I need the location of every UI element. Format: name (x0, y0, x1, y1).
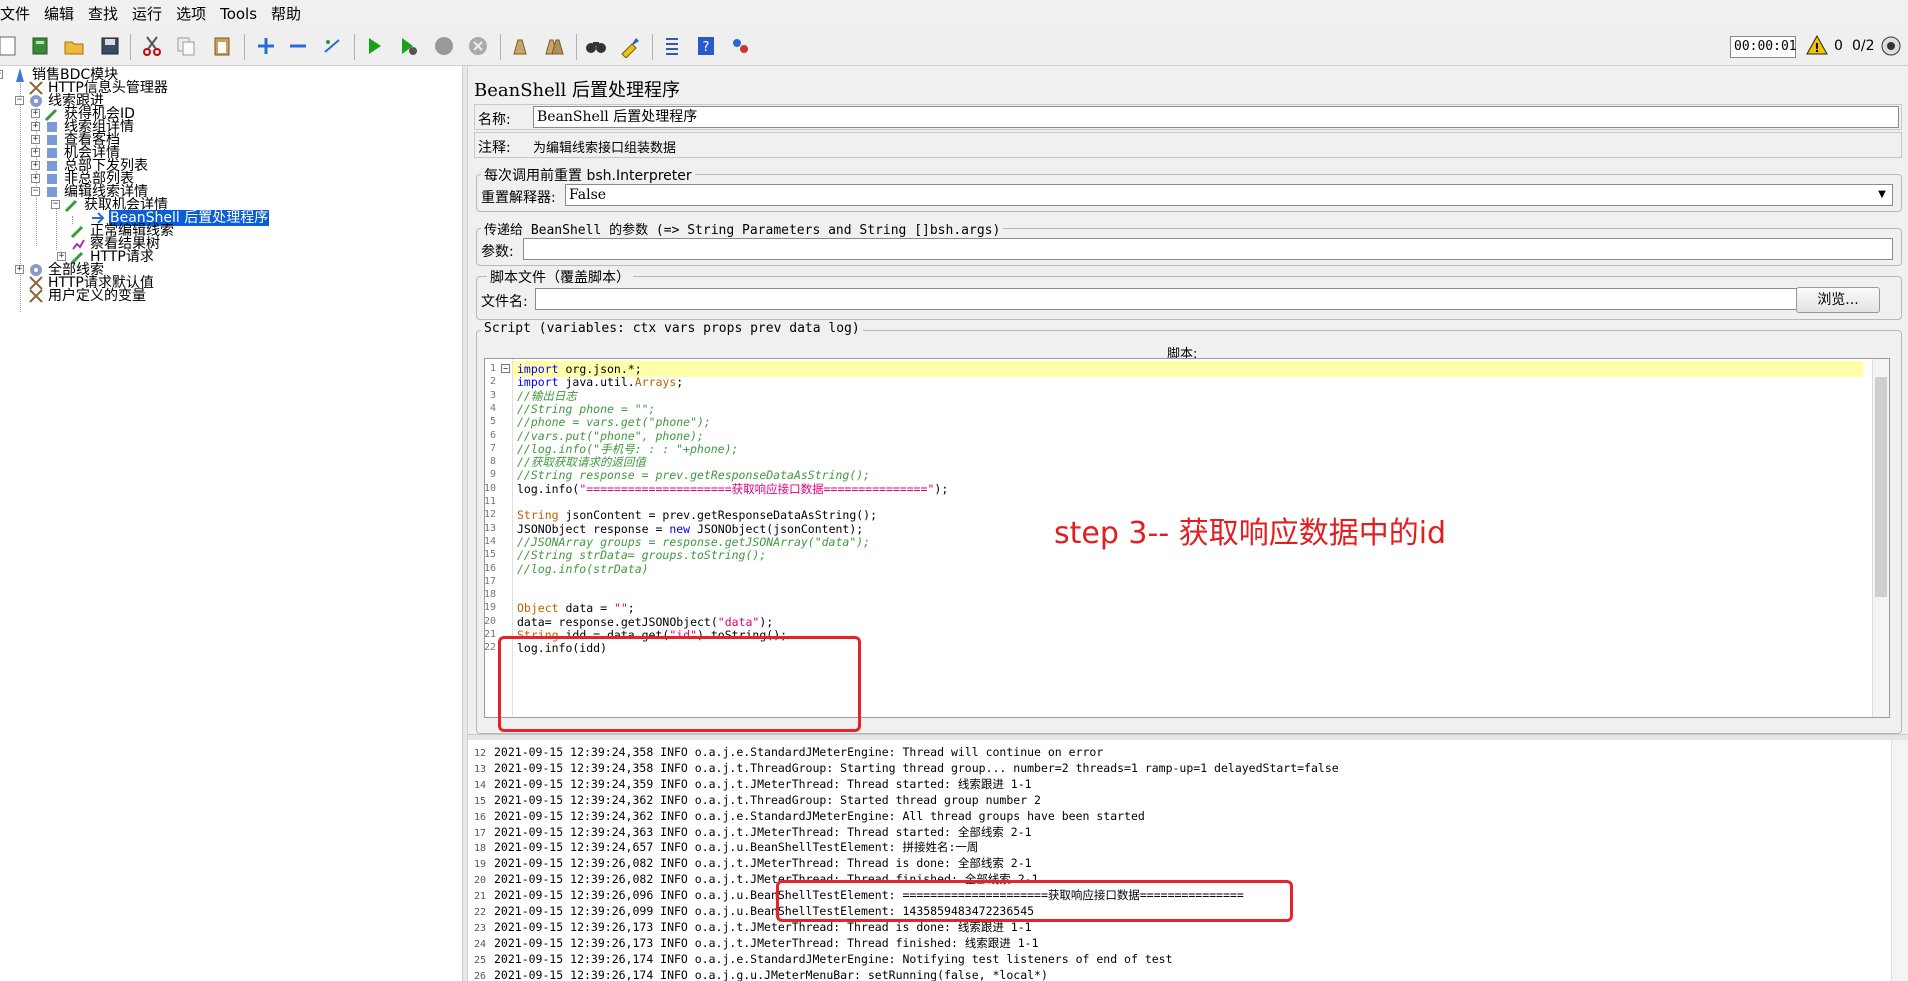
line-number: 16 (484, 562, 496, 574)
line-number: 17 (484, 575, 496, 587)
remote-icon[interactable] (726, 32, 754, 60)
menu-bar: 文件 编辑 查找 运行 选项 Tools 帮助 (0, 0, 1908, 28)
toolbar: ? 00:00:01 ! 0 0/2 (0, 28, 1908, 66)
tree-node-user-variables[interactable]: 用户定义的变量 (28, 288, 147, 304)
start-icon[interactable] (360, 32, 388, 60)
parameters-group: 传递给 BeanShell 的参数 (=> String Parameters … (476, 219, 1902, 266)
filename-label: 文件名: (481, 294, 528, 310)
line-number: 5 (489, 416, 496, 428)
warning-icon[interactable]: ! (1806, 34, 1828, 59)
open-icon[interactable] (60, 32, 88, 60)
line-number: 19 (484, 602, 496, 614)
line-number: 10 (484, 482, 496, 494)
templates-icon[interactable] (26, 32, 54, 60)
help-icon[interactable]: ? (692, 32, 720, 60)
script-file-group: 脚本文件（覆盖脚本） 文件名: (476, 267, 1902, 320)
line-number: 8 (489, 456, 496, 468)
stop-icon[interactable] (430, 32, 458, 60)
test-plan-tree: − 销售BDC模块 HTTP信息头管理器 − 线索跟进 + 获得机会ID + 线… (0, 66, 462, 981)
expand-icon[interactable] (252, 32, 280, 60)
log-line: 24 2021-09-15 12:39:26,173 INFO o.a.j.t.J… (473, 935, 1039, 950)
log-line: 13 2021-09-15 12:39:24,358 INFO o.a.j.t.T… (473, 760, 1339, 775)
log-line: 25 2021-09-15 12:39:26,174 INFO o.a.j.e.S… (473, 951, 1173, 966)
annotation-text: step 3-- 获取响应数据中的id (1054, 516, 1447, 551)
log-line: 26 2021-09-15 12:39:26,174 INFO o.a.j.g.u… (473, 967, 1048, 981)
menu-options[interactable]: 选项 (169, 0, 213, 28)
search-icon[interactable] (582, 32, 610, 60)
log-line: 19 2021-09-15 12:39:26,082 INFO o.a.j.t.J… (473, 856, 1032, 871)
reset-search-icon[interactable] (616, 32, 644, 60)
log-line: 16 2021-09-15 12:39:24,362 INFO o.a.j.e.S… (473, 808, 1145, 823)
menu-help[interactable]: 帮助 (264, 0, 308, 28)
name-label: 名称: (478, 112, 511, 128)
svg-text:?: ? (703, 40, 710, 55)
toggle-icon[interactable] (318, 32, 346, 60)
clear-icon[interactable] (506, 32, 534, 60)
cut-icon[interactable] (138, 32, 166, 60)
function-helper-icon[interactable] (658, 32, 686, 60)
clear-all-icon[interactable] (540, 32, 568, 60)
save-icon[interactable] (96, 32, 124, 60)
line-number: 7 (489, 442, 496, 454)
shutdown-icon[interactable] (464, 32, 492, 60)
collapse-icon[interactable] (284, 32, 312, 60)
line-number: 4 (489, 402, 496, 414)
editor-scrollbar[interactable] (1872, 359, 1889, 717)
line-number: 3 (489, 389, 496, 401)
start-no-pause-icon[interactable] (394, 32, 422, 60)
line-number: 15 (484, 549, 496, 561)
menu-search[interactable]: 查找 (81, 0, 125, 28)
line-number: 12 (484, 509, 496, 521)
new-icon[interactable] (0, 32, 22, 60)
reset-interpreter-group: 每次调用前重置 bsh.Interpreter 重置解释器: False ▼ (476, 165, 1902, 212)
line-number: 21 (484, 629, 496, 640)
line-number: 1 (489, 363, 496, 374)
menu-run[interactable]: 运行 (125, 0, 169, 28)
log-line: 15 2021-09-15 12:39:24,362 INFO o.a.j.t.T… (473, 792, 1041, 807)
line-number: 20 (484, 615, 496, 627)
comment-row: 注释: 为编辑线索接口组装数据 (474, 132, 1902, 158)
log-line: 12 2021-09-15 12:39:24,358 INFO o.a.j.e.S… (473, 745, 1104, 759)
fold-toggle-icon[interactable]: − (501, 364, 510, 373)
elapsed-timer: 00:00:01 (1730, 36, 1797, 58)
line-number: 22 (484, 642, 496, 654)
menu-edit[interactable]: 编辑 (37, 0, 81, 28)
comment-label: 注释: (478, 140, 511, 156)
line-number: 6 (489, 429, 496, 441)
warning-count: 0 (1834, 38, 1843, 54)
thread-count: 0/2 (1852, 38, 1875, 54)
status-indicator-icon (1880, 35, 1902, 61)
line-number: 14 (484, 535, 496, 547)
reset-select[interactable]: False ▼ (565, 184, 1893, 206)
log-line: 14 2021-09-15 12:39:24,359 INFO o.a.j.t.J… (473, 776, 1032, 791)
log-scrollbar[interactable] (1891, 740, 1908, 981)
parameters-label: 参数: (481, 244, 514, 260)
line-number: 9 (489, 469, 496, 481)
menu-tools[interactable]: Tools (213, 0, 264, 28)
chevron-down-icon[interactable]: ▼ (1874, 187, 1890, 203)
name-field[interactable]: BeanShell 后置处理程序 (533, 106, 1899, 128)
line-number: 2 (489, 376, 496, 388)
paste-icon[interactable] (208, 32, 236, 60)
parameters-input[interactable] (523, 238, 1893, 260)
line-number: 18 (484, 589, 496, 601)
browse-button[interactable]: 浏览... (1796, 287, 1880, 313)
line-number: 11 (484, 496, 496, 507)
log-panel: 12 2021-09-15 12:39:24,358 INFO o.a.j.e.S… (468, 740, 1908, 981)
svg-text:!: ! (1814, 41, 1819, 55)
log-line: 17 2021-09-15 12:39:24,363 INFO o.a.j.t.J… (473, 824, 1032, 839)
copy-icon[interactable] (172, 32, 200, 60)
reset-label: 重置解释器: (481, 190, 556, 206)
filename-input[interactable] (535, 288, 1797, 310)
line-number: 13 (484, 522, 496, 534)
code-highlight-box (498, 636, 861, 732)
log-highlight-box (776, 880, 1293, 922)
comment-field[interactable]: 为编辑线索接口组装数据 (533, 137, 676, 156)
name-row: 名称: BeanShell 后置处理程序 (474, 104, 1902, 130)
log-line: 18 2021-09-15 12:39:24,657 INFO o.a.j.u.B… (473, 840, 979, 855)
menu-file[interactable]: 文件 (0, 0, 37, 28)
page-title: BeanShell 后置处理程序 (474, 80, 681, 101)
